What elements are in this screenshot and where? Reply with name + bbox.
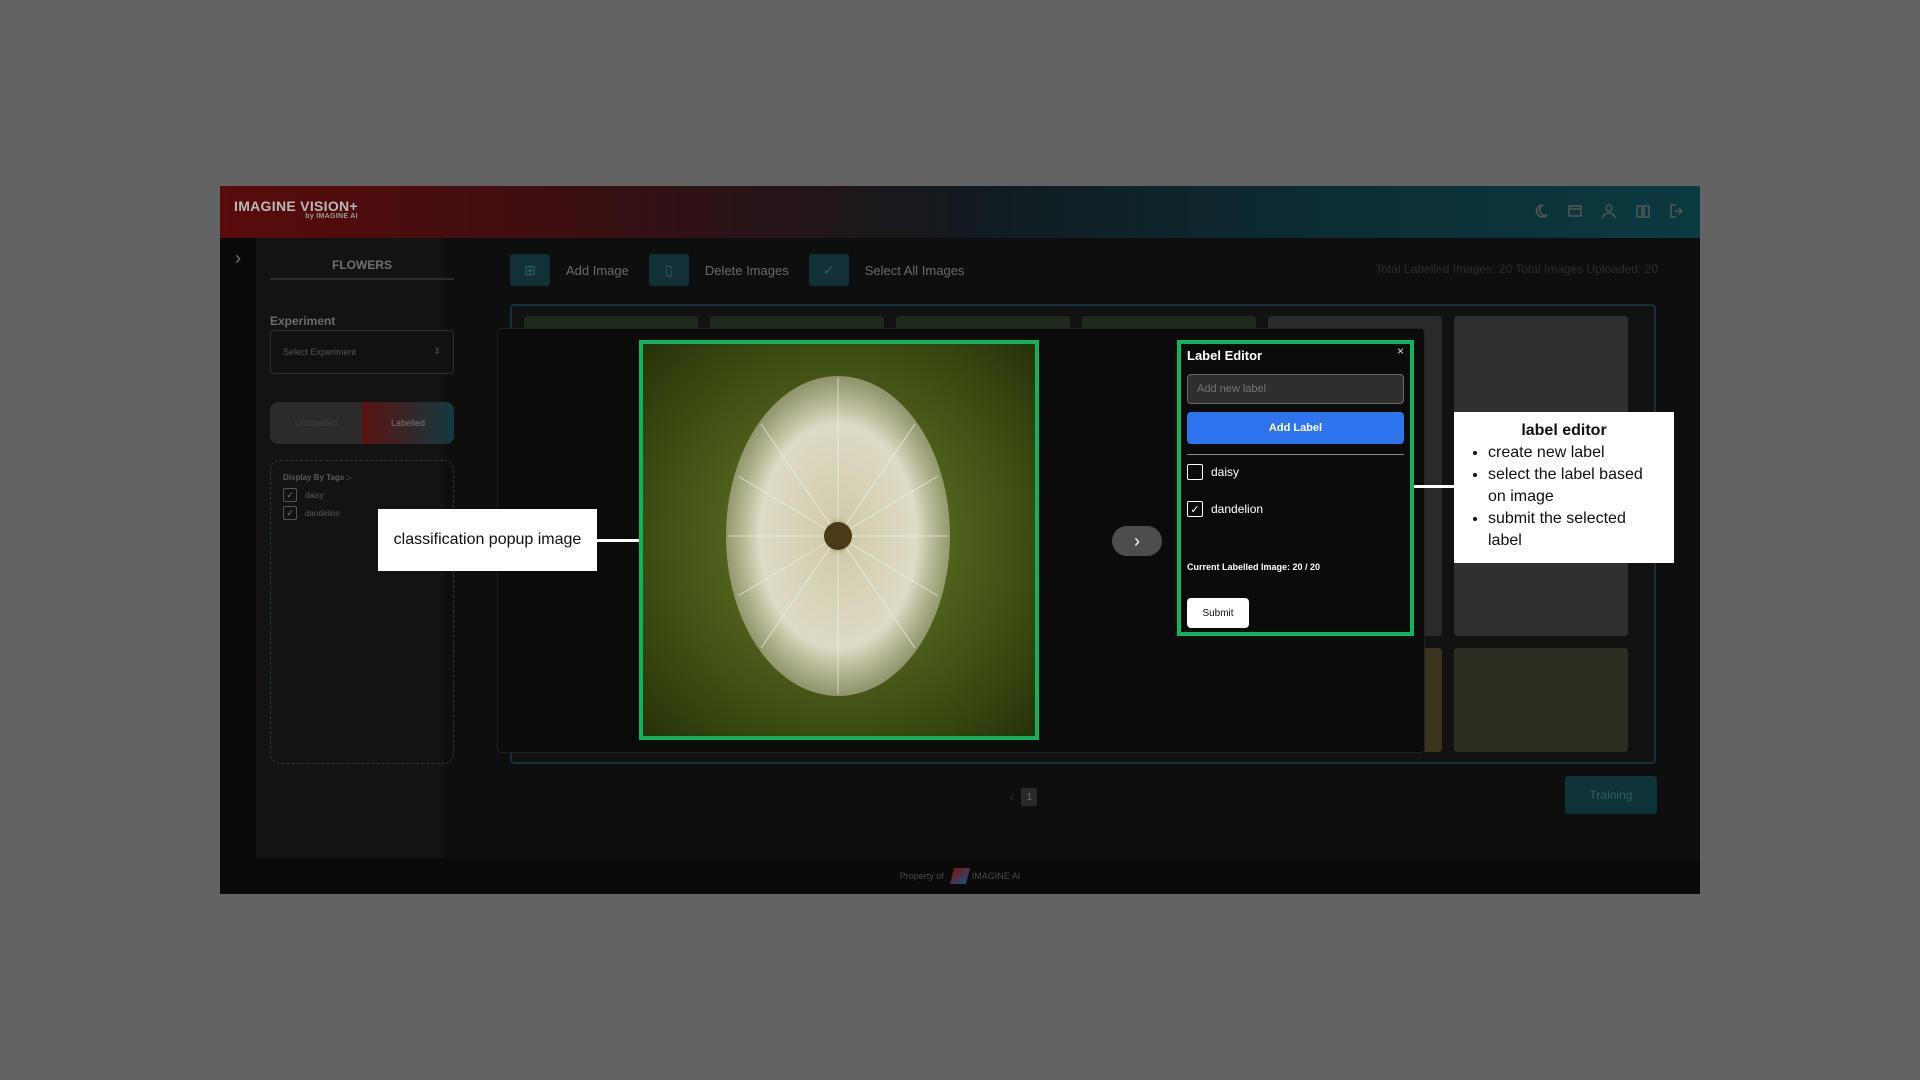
header-icons <box>1532 202 1686 220</box>
label-option-text: daisy <box>1211 465 1240 479</box>
submit-button[interactable]: Submit <box>1187 598 1249 628</box>
callout-connector-line <box>1414 485 1454 488</box>
experiment-select[interactable]: Select Experiment ⇕ <box>270 330 454 374</box>
experiment-label: Experiment <box>270 314 336 328</box>
editor-callout-list: create new label select the label based … <box>1464 442 1664 552</box>
label-filter-toggle: Unlabelled Labelled <box>270 402 454 444</box>
header-bar: IMAGINE VISION+ by IMAGINE AI <box>220 186 1700 238</box>
image-callout: classification popup image <box>378 509 597 571</box>
tag-daisy[interactable]: ✓ daisy <box>283 488 441 502</box>
image-callout-text: classification popup image <box>393 531 582 548</box>
unlabelled-toggle[interactable]: Unlabelled <box>270 402 362 444</box>
expand-sidebar-chevron-icon[interactable]: › <box>226 246 250 270</box>
labelled-count: Current Labelled Image: 20 / 20 <box>1187 562 1321 572</box>
add-image-label: Add Image <box>566 262 629 278</box>
sidebar-rail: › <box>220 238 256 858</box>
label-editor-title: Label Editor <box>1187 348 1263 363</box>
next-image-chevron-icon[interactable]: › <box>1112 526 1162 556</box>
tags-panel: Display By Tags :- ✓ daisy ✓ dandelion <box>270 460 454 764</box>
labelled-toggle[interactable]: Labelled <box>362 402 454 444</box>
select-all-label: Select All Images <box>864 262 965 278</box>
footer: Property of IMAGINE AI <box>220 858 1700 894</box>
editor-callout: label editor create new label select the… <box>1454 412 1674 563</box>
brand-logo: IMAGINE VISION+ by IMAGINE AI <box>234 198 358 220</box>
moon-icon[interactable] <box>1532 202 1550 220</box>
add-label-button[interactable]: Add Label <box>1187 412 1404 444</box>
checkbox-checked-icon[interactable]: ✓ <box>1187 501 1203 517</box>
editor-callout-item: select the label based on image <box>1488 464 1664 508</box>
checkbox-checked-icon[interactable]: ✓ <box>283 506 297 520</box>
add-image-button[interactable]: ⊞ Add Image <box>510 254 629 286</box>
logout-icon[interactable] <box>1668 202 1686 220</box>
select-caret-icon: ⇕ <box>433 346 441 356</box>
footer-logo-text: IMAGINE AI <box>971 871 1021 881</box>
new-label-input[interactable] <box>1187 374 1404 404</box>
close-icon[interactable]: × <box>1397 344 1404 358</box>
editor-callout-item: create new label <box>1488 442 1664 464</box>
double-check-icon: ✓ <box>808 254 849 286</box>
plus-icon: ⊞ <box>510 254 550 286</box>
brand-subtitle: by IMAGINE AI <box>305 213 358 220</box>
dandelion-photo <box>643 344 1035 736</box>
divider <box>1187 454 1404 455</box>
checkbox-checked-icon[interactable]: ✓ <box>283 488 297 502</box>
label-option-text: dandelion <box>1211 502 1264 516</box>
tag-label: dandelion <box>305 508 340 518</box>
user-icon[interactable] <box>1600 202 1618 220</box>
image-stats: Total Labelled Images: 20 Total Images U… <box>1375 262 1658 276</box>
page-number[interactable]: 1 <box>1021 788 1038 806</box>
prev-page-chevron-icon[interactable]: ‹ <box>1010 792 1013 803</box>
footer-logo: IMAGINE AI <box>949 868 1021 884</box>
footer-text: Property of <box>899 871 944 881</box>
callout-connector-line <box>597 539 639 542</box>
delete-images-label: Delete Images <box>704 262 789 278</box>
editor-callout-title: label editor <box>1521 422 1607 439</box>
experiment-select-value: Select Experiment <box>283 347 357 357</box>
classification-image-frame <box>639 340 1039 740</box>
imagine-ai-logo-icon <box>949 868 970 884</box>
training-button[interactable]: Training <box>1565 776 1657 814</box>
project-title: FLOWERS <box>270 258 454 280</box>
brand-name: IMAGINE VISION+ <box>234 198 358 214</box>
label-option-daisy[interactable]: daisy <box>1187 464 1239 480</box>
pagination: ‹ 1 <box>1010 788 1038 806</box>
book-icon[interactable] <box>1634 202 1652 220</box>
tags-title: Display By Tags :- <box>283 473 352 482</box>
select-all-button[interactable]: ✓ Select All Images <box>808 254 965 286</box>
tag-label: daisy <box>305 490 324 500</box>
window-icon[interactable] <box>1566 202 1584 220</box>
image-thumbnail[interactable] <box>1454 648 1628 752</box>
editor-callout-item: submit the selected label <box>1488 508 1664 552</box>
label-editor-panel: Label Editor × Add Label daisy ✓ dandeli… <box>1177 340 1414 636</box>
checkbox-unchecked-icon[interactable] <box>1187 464 1203 480</box>
label-option-dandelion[interactable]: ✓ dandelion <box>1187 501 1263 517</box>
delete-images-button[interactable]: ▯ Delete Images <box>648 254 789 286</box>
toolbar: ⊞ Add Image ▯ Delete Images ✓ Select All… <box>510 254 964 286</box>
trash-icon: ▯ <box>648 254 689 286</box>
